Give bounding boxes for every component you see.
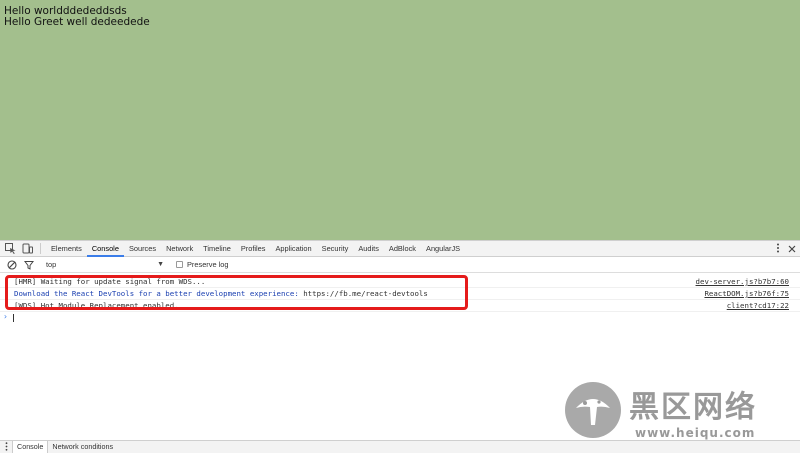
devtools-window-controls	[776, 241, 796, 257]
devtools-tab-bar: Elements Console Sources Network Timelin…	[0, 240, 800, 257]
clear-console-icon[interactable]	[5, 258, 19, 272]
console-message: Download the React DevTools for a better…	[0, 288, 800, 300]
watermark-title: 黑区网络	[629, 390, 757, 425]
drawer-tab-network-conditions[interactable]: Network conditions	[48, 441, 117, 453]
console-prompt-icon: ›	[3, 312, 8, 321]
hello-line-2: Hello Greet well dedeedede	[4, 16, 150, 28]
tab-audits[interactable]: Audits	[353, 241, 384, 257]
tab-angularjs[interactable]: AngularJS	[421, 241, 465, 257]
react-devtools-link[interactable]: https://fb.me/react-devtools	[303, 289, 428, 298]
context-value: top	[46, 260, 57, 269]
inspect-element-icon[interactable]	[3, 242, 17, 256]
more-options-icon[interactable]	[776, 240, 780, 258]
mushroom-icon	[576, 399, 610, 425]
device-mode-icon[interactable]	[20, 242, 34, 256]
drawer-menu-icon[interactable]	[5, 441, 8, 453]
console-input[interactable]	[13, 314, 14, 322]
console-message-text: Download the React DevTools for a better…	[14, 288, 428, 300]
tab-sources[interactable]: Sources	[124, 241, 161, 257]
tab-network[interactable]: Network	[161, 241, 198, 257]
console-message: [WDS] Hot Module Replacement enabled. cl…	[0, 300, 800, 312]
watermark: 黑区网络 www.heiqu.com	[565, 380, 795, 448]
console-message-source[interactable]: ReactDOM.js?b76f:75	[704, 288, 789, 300]
close-devtools-icon[interactable]	[788, 240, 796, 258]
tab-console[interactable]: Console	[86, 241, 124, 257]
console-message: [HMR] Waiting for update signal from WDS…	[0, 276, 800, 288]
tab-profiles[interactable]: Profiles	[236, 241, 271, 257]
tab-timeline[interactable]: Timeline	[198, 241, 236, 257]
console-message-source[interactable]: client?cd17:22	[727, 300, 789, 312]
filter-icon[interactable]	[22, 258, 36, 272]
watermark-url: www.heiqu.com	[635, 426, 756, 440]
preserve-log-option[interactable]: Preserve log	[176, 260, 229, 269]
tab-elements[interactable]: Elements	[46, 241, 87, 257]
react-devtools-notice: Download the React DevTools for a better…	[14, 289, 299, 298]
page-viewport: Hello worldddededdsds Hello Greet well d…	[0, 0, 800, 240]
preserve-log-label: Preserve log	[187, 260, 229, 269]
tab-divider	[40, 243, 41, 254]
tab-adblock[interactable]: AdBlock	[384, 241, 421, 257]
preserve-log-checkbox[interactable]	[176, 261, 183, 268]
tab-application[interactable]: Application	[270, 241, 316, 257]
console-message-source[interactable]: dev-server.js?b7b7:60	[696, 276, 789, 288]
console-message-text: [WDS] Hot Module Replacement enabled.	[14, 301, 179, 310]
console-toolbar: top ▼ Preserve log	[0, 257, 800, 273]
context-selector[interactable]: top ▼	[44, 259, 164, 271]
chevron-down-icon: ▼	[157, 261, 164, 268]
console-message-text: [HMR] Waiting for update signal from WDS…	[14, 277, 206, 286]
drawer-tab-console[interactable]: Console	[12, 441, 49, 453]
tab-security[interactable]: Security	[317, 241, 354, 257]
